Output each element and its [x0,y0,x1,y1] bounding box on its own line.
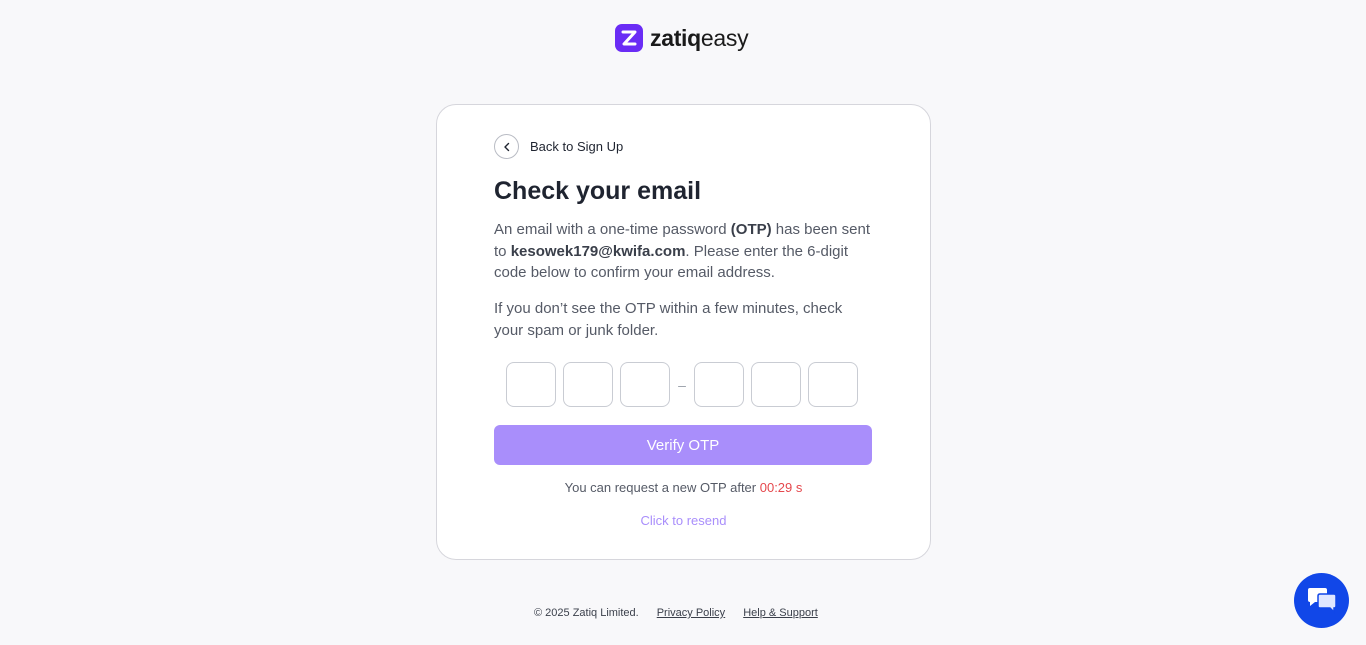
otp-description: An email with a one-time password (OTP) … [494,221,871,281]
page-title: Check your email [494,177,702,205]
verify-otp-button[interactable]: Verify OTP [494,425,872,465]
brand-logo: zatiqeasy [615,24,749,52]
otp-digit-6[interactable] [808,362,858,407]
back-label[interactable]: Back to Sign Up [530,139,623,154]
spam-hint: If you don’t see the OTP within a few mi… [494,300,843,339]
privacy-policy-link[interactable]: Privacy Policy [657,607,725,619]
otp-input-group: – [506,362,858,407]
chat-support-button[interactable] [1294,573,1349,628]
chat-bubbles-icon [1307,587,1337,614]
otp-digit-4[interactable] [694,362,744,407]
otp-digit-3[interactable] [620,362,670,407]
resend-link[interactable]: Click to resend [437,513,930,528]
chevron-left-icon[interactable] [494,134,519,159]
resend-timer-text: You can request a new OTP after 00:29 s [564,480,803,495]
otp-separator: – [678,376,686,393]
verify-email-card: Back to Sign Up Check your email An emai… [436,104,931,560]
help-support-link[interactable]: Help & Support [743,607,818,619]
copyright: © 2025 Zatiq Limited. [534,607,639,619]
countdown-timer: 00:29 s [759,480,803,495]
footer: © 2025 Zatiq Limited. Privacy Policy Hel… [534,607,818,619]
brand-name: zatiqeasy [650,25,749,51]
email-address: kesowek179@kwifa.com [510,242,686,260]
zatiq-logo-icon [615,24,643,52]
otp-digit-5[interactable] [751,362,801,407]
otp-digit-2[interactable] [563,362,613,407]
back-to-signup-link[interactable]: Back to Sign Up [494,134,623,159]
otp-digit-1[interactable] [506,362,556,407]
